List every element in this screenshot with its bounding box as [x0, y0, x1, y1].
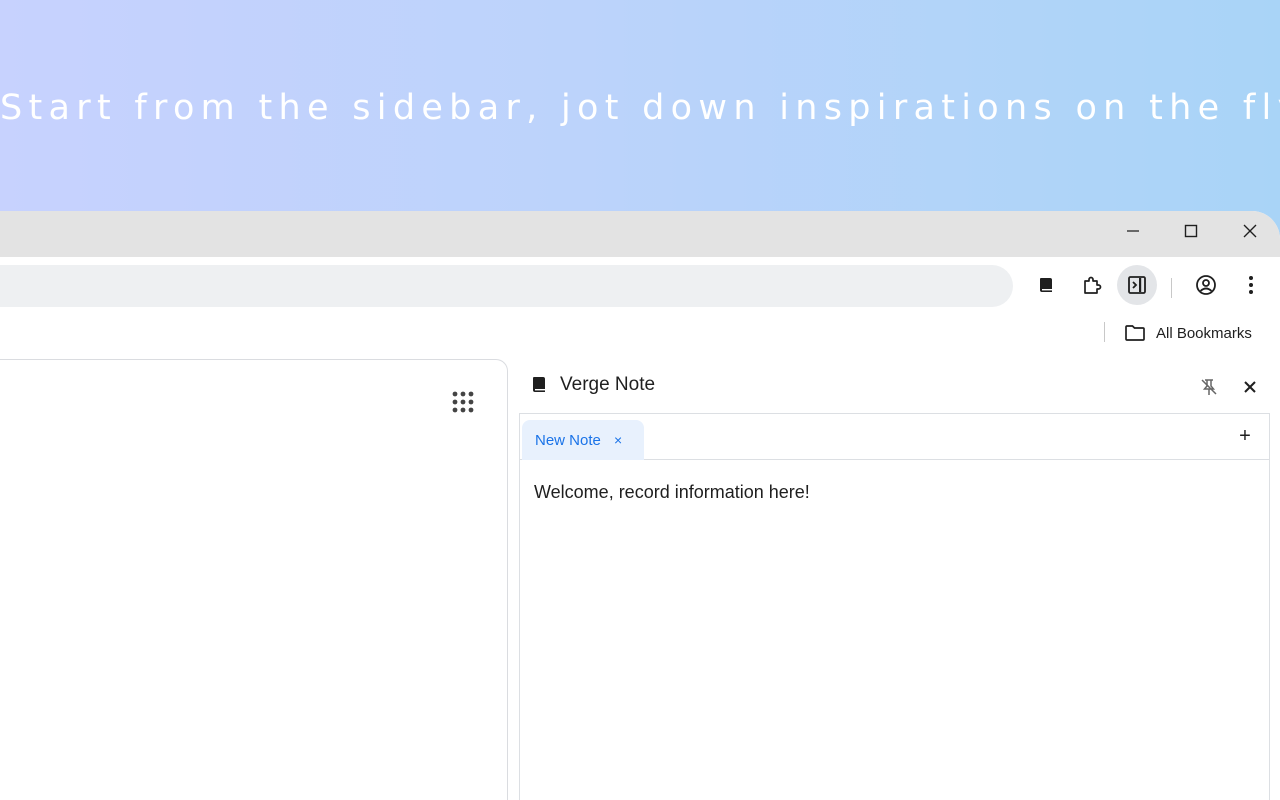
browser-toolbar: [0, 257, 1280, 309]
all-bookmarks-label: All Bookmarks: [1156, 324, 1252, 342]
note-tab-close-icon[interactable]: ×: [614, 433, 622, 447]
note-tab-bar: New Note × +: [520, 414, 1269, 460]
profile-icon: [1196, 275, 1216, 295]
bookmarks-divider: [1104, 322, 1105, 342]
side-panel-button[interactable]: [1117, 265, 1157, 305]
maximize-button[interactable]: [1162, 211, 1220, 251]
close-window-button[interactable]: [1221, 211, 1279, 251]
side-panel-header: Verge Note: [508, 359, 1280, 413]
more-menu-icon: [1249, 276, 1253, 294]
apps-grid-icon: [452, 391, 474, 413]
promo-headline: Start from the sidebar, jot down inspira…: [0, 88, 1280, 128]
note-tab-new-note[interactable]: New Note ×: [522, 420, 644, 460]
page-content-area: [0, 359, 508, 800]
maximize-icon: [1184, 224, 1198, 238]
bookmarks-bar: All Bookmarks: [0, 309, 1280, 359]
profile-button[interactable]: [1186, 265, 1226, 305]
side-panel: Verge Note New Note × + Welcome, record …: [508, 359, 1280, 800]
side-panel-title: Verge Note: [560, 374, 656, 395]
add-note-button[interactable]: +: [1233, 424, 1257, 448]
close-side-panel-button[interactable]: [1235, 372, 1265, 402]
close-icon: [1244, 381, 1256, 393]
minimize-icon: [1127, 230, 1139, 232]
minimize-button[interactable]: [1104, 211, 1162, 251]
folder-icon: [1125, 325, 1145, 341]
extensions-button[interactable]: [1072, 265, 1112, 305]
title-bar: [0, 211, 1280, 257]
note-editor-frame: New Note × + Welcome, record information…: [519, 413, 1270, 800]
note-editor-text[interactable]: Welcome, record information here!: [534, 482, 810, 503]
note-tab-label: New Note: [535, 432, 601, 449]
close-icon: [1243, 224, 1257, 238]
all-bookmarks-button[interactable]: All Bookmarks: [1124, 321, 1252, 345]
address-bar[interactable]: [0, 265, 1013, 307]
verge-note-extension-icon: [1040, 278, 1052, 292]
verge-note-logo-icon: [533, 377, 545, 392]
side-panel-icon: [1128, 276, 1146, 294]
verge-note-extension-button[interactable]: [1026, 265, 1066, 305]
more-menu-button[interactable]: [1231, 265, 1271, 305]
browser-window: All Bookmarks Verge Note New Note × + We…: [0, 211, 1280, 800]
extensions-puzzle-icon: [1084, 276, 1102, 294]
apps-launcher-button[interactable]: [443, 382, 483, 422]
unpin-button[interactable]: [1194, 372, 1224, 402]
unpin-icon: [1201, 379, 1217, 395]
toolbar-divider: [1171, 278, 1172, 298]
